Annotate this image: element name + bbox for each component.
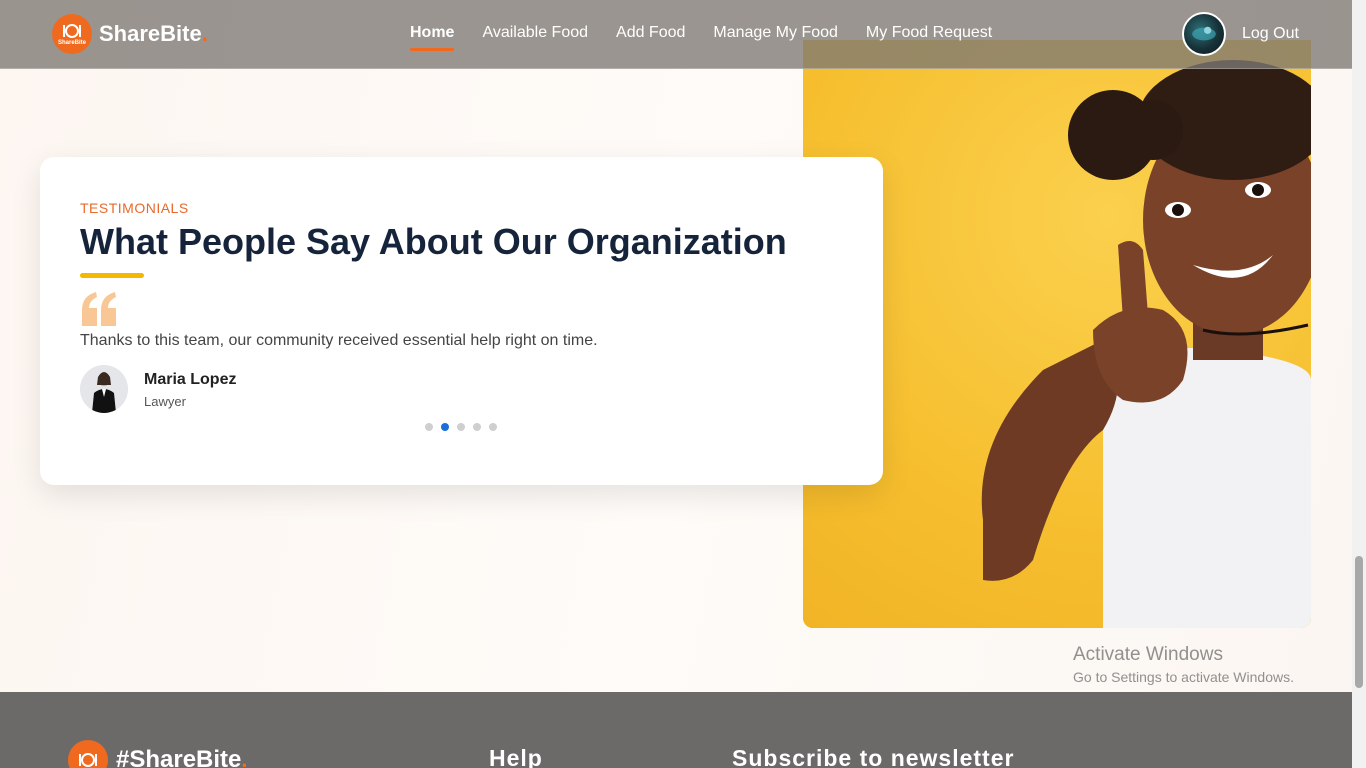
person-avatar	[80, 365, 128, 413]
footer-brand-name: #ShareBite	[116, 746, 242, 768]
scrollbar-thumb[interactable]	[1355, 556, 1363, 688]
nav-item-manage-my-food[interactable]: Manage My Food	[713, 24, 838, 42]
watermark-title: Activate Windows	[1073, 644, 1223, 665]
page-scrollbar[interactable]	[1352, 0, 1366, 768]
watermark-subtitle: Go to Settings to activate Windows.	[1073, 669, 1294, 685]
nav-item-add-food[interactable]: Add Food	[616, 24, 685, 42]
quote-icon	[82, 292, 116, 326]
heading-underline	[80, 273, 144, 278]
person-name: Maria Lopez	[144, 371, 237, 388]
nav-item-home[interactable]: Home	[410, 24, 455, 51]
logo-small-text: ShareBite	[57, 39, 86, 46]
section-eyebrow: TESTIMONIALS	[80, 200, 189, 216]
carousel-dot-1[interactable]	[425, 423, 433, 431]
footer-subscribe-heading: Subscribe to newsletter	[732, 745, 1015, 768]
carousel-dot-5[interactable]	[489, 423, 497, 431]
carousel-dots	[425, 423, 497, 431]
logo-icon: ShareBite	[52, 14, 92, 54]
carousel-dot-4[interactable]	[473, 423, 481, 431]
footer: #ShareBite . Help Subscribe to newslette…	[0, 692, 1366, 768]
nav-item-available-food[interactable]: Available Food	[482, 24, 588, 42]
navbar: ShareBite ShareBite . Home Available Foo…	[0, 0, 1366, 69]
brand-logo[interactable]: ShareBite ShareBite .	[52, 14, 208, 54]
nav-item-my-food-request[interactable]: My Food Request	[866, 24, 992, 42]
logout-button[interactable]: Log Out	[1242, 25, 1299, 43]
footer-logo-icon	[68, 740, 108, 768]
person-role: Lawyer	[144, 394, 186, 409]
footer-help-heading: Help	[489, 745, 543, 768]
testimonial-quote: Thanks to this team, our community recei…	[80, 332, 598, 349]
nav-links: Home Available Food Add Food Manage My F…	[410, 24, 992, 51]
user-avatar[interactable]	[1182, 12, 1226, 56]
carousel-dot-3[interactable]	[457, 423, 465, 431]
activate-windows-watermark: Activate Windows Go to Settings to activ…	[1073, 644, 1294, 685]
footer-brand-dot: .	[241, 747, 248, 768]
footer-brand[interactable]: #ShareBite .	[68, 740, 248, 768]
testimonial-card: TESTIMONIALS What People Say About Our O…	[40, 157, 883, 485]
brand-name: ShareBite	[99, 21, 202, 46]
brand-dot: .	[201, 21, 208, 46]
carousel-dot-2[interactable]	[441, 423, 449, 431]
section-heading: What People Say About Our Organization	[80, 221, 787, 262]
